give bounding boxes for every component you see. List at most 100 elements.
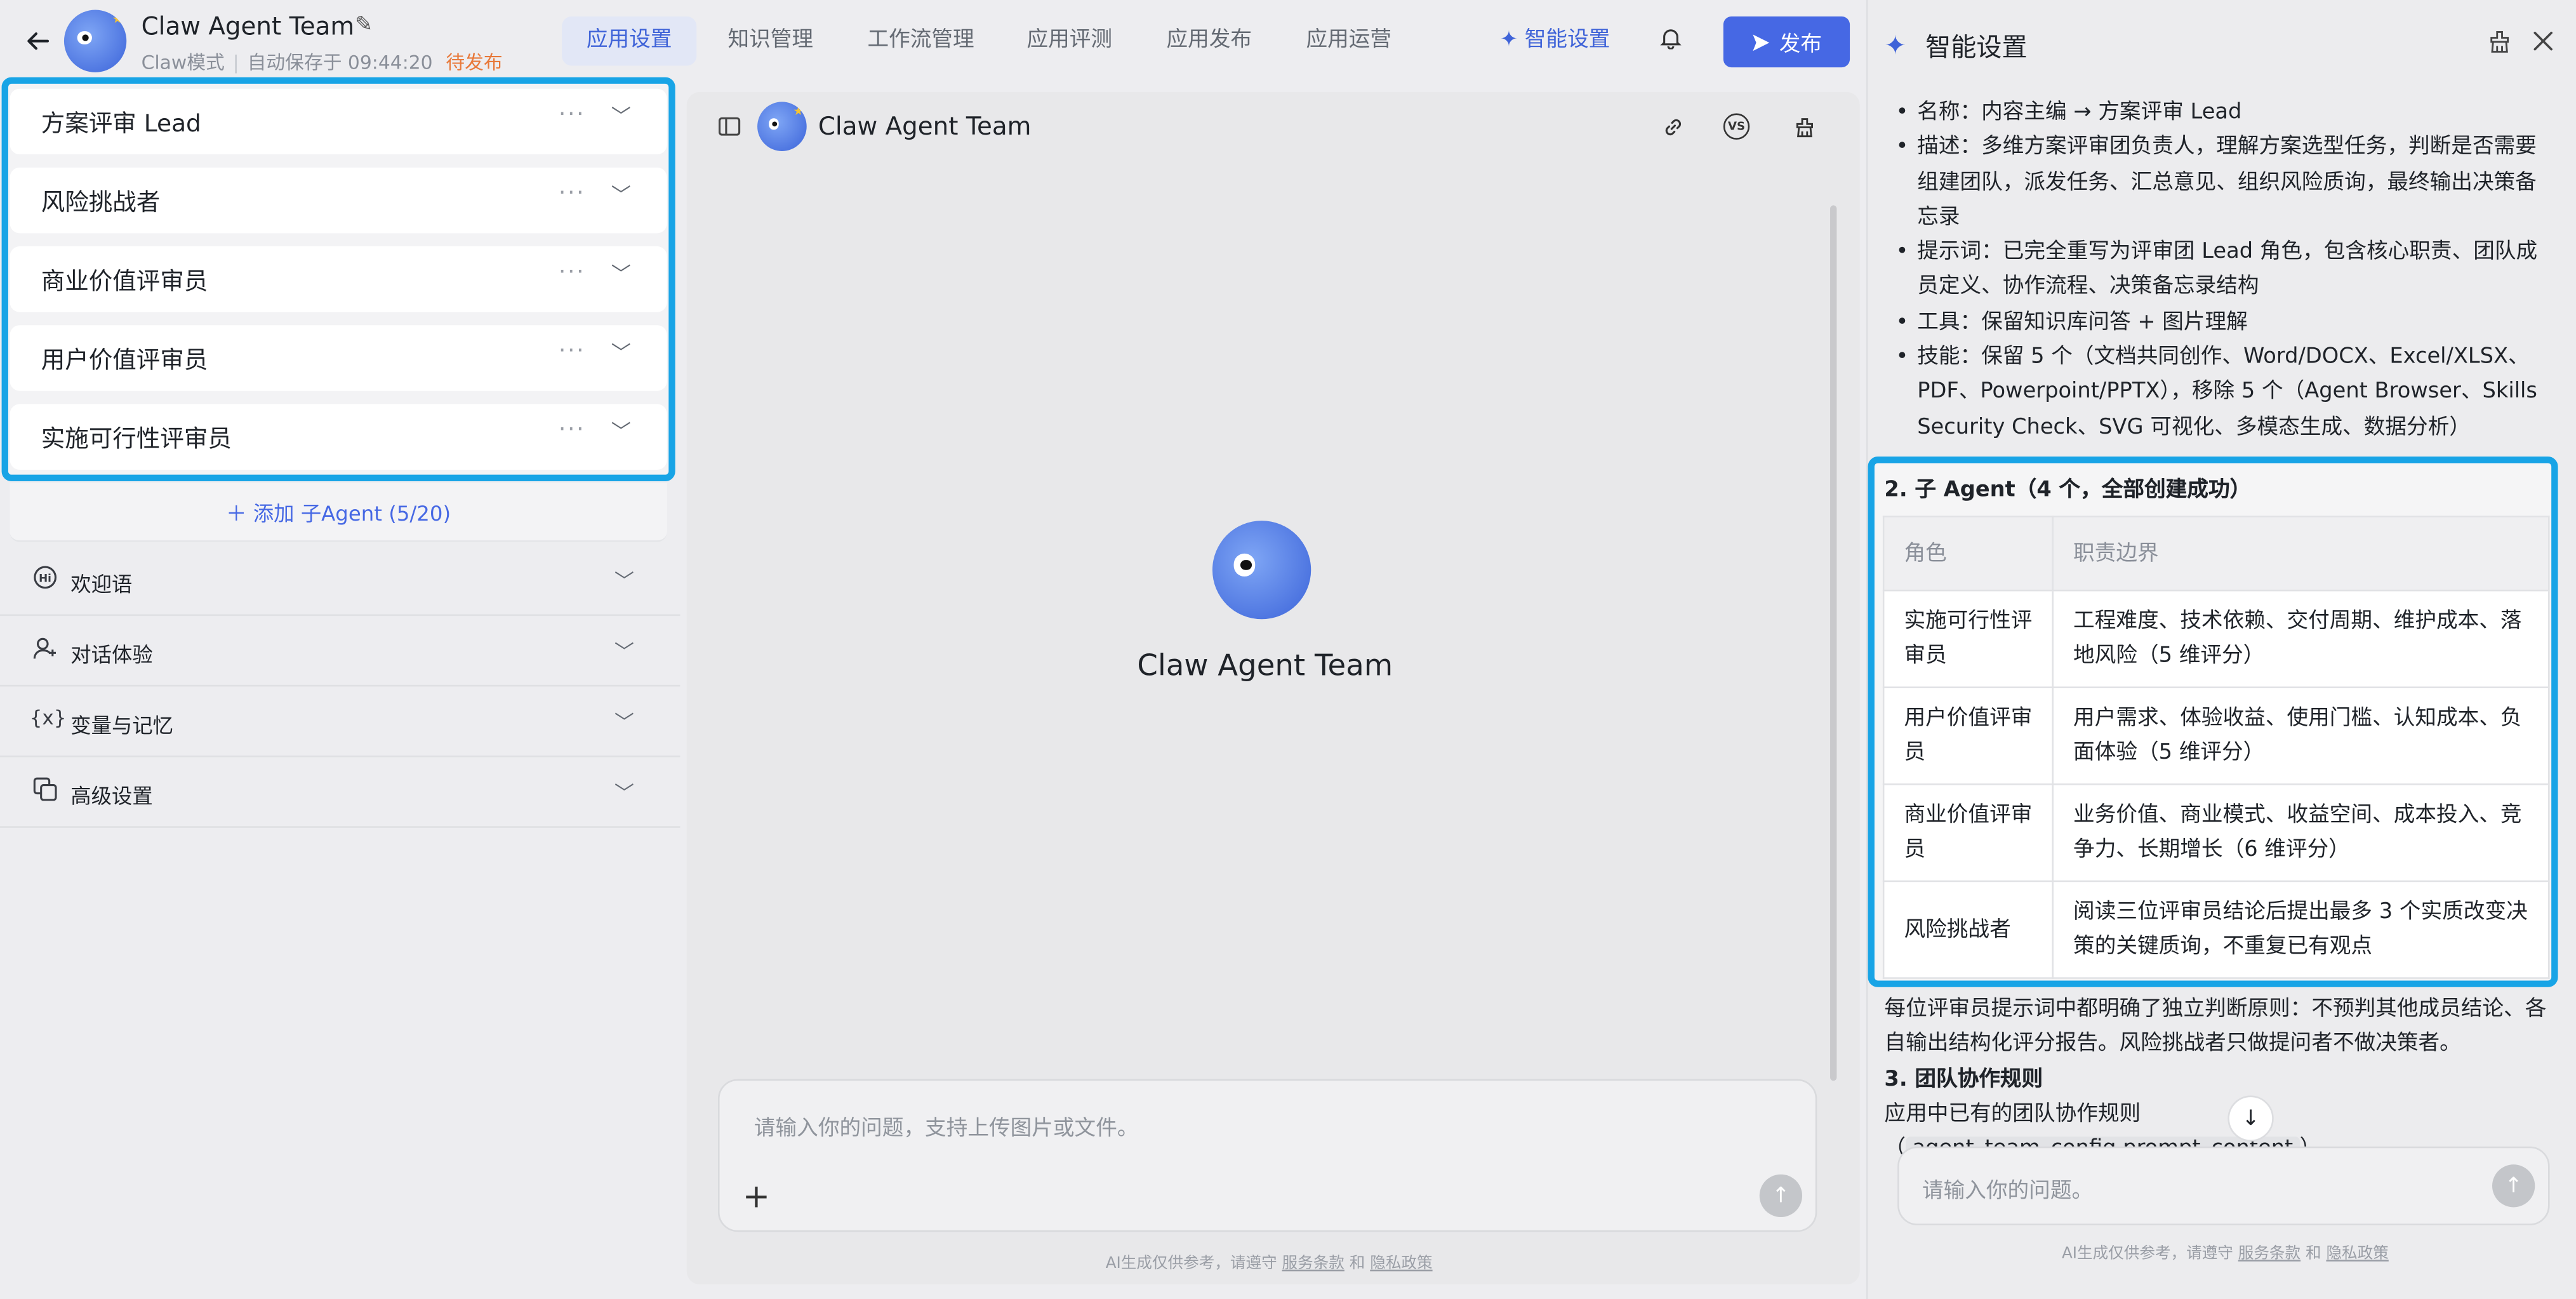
edit-title-icon[interactable]: ✎ bbox=[355, 13, 373, 38]
agent-card[interactable]: 商业价值评审员 ··· ﹀ bbox=[10, 246, 667, 312]
agent-name: 风险挑战者 bbox=[41, 190, 161, 217]
agent-card[interactable]: 用户价值评审员 ··· ﹀ bbox=[10, 325, 667, 391]
agent-card[interactable]: 实施可行性评审员 ··· ﹀ bbox=[10, 404, 667, 470]
table-row: 用户价值评审员 用户需求、体验收益、使用门槛、认知成本、负面体验（5 维评分） bbox=[1882, 686, 2550, 785]
send-icon bbox=[1753, 34, 1770, 50]
section-welcome[interactable]: Hi 欢迎语 ﹀ bbox=[0, 545, 681, 616]
terms-link[interactable]: 服务条款 bbox=[2238, 1245, 2300, 1263]
preview-avatar: ★ bbox=[757, 102, 807, 152]
chevron-down-icon[interactable]: ﹀ bbox=[611, 417, 631, 445]
agent-name: 用户价值评审员 bbox=[41, 348, 208, 375]
section-chat-experience[interactable]: 对话体验 ﹀ bbox=[0, 616, 681, 687]
section-label: 变量与记忆 bbox=[70, 712, 174, 738]
tab-publish[interactable]: 应用发布 bbox=[1142, 17, 1277, 66]
more-icon[interactable]: ··· bbox=[559, 260, 585, 286]
role-cell: 商业价值评审员 bbox=[1882, 783, 2054, 883]
scroll-to-bottom-button[interactable]: ↓ bbox=[2227, 1095, 2274, 1142]
plus-icon: ＋ bbox=[226, 501, 247, 526]
summary-item: 描述：多维方案评审团负责人，理解方案选型任务，判断是否需要组建团队，派发任务、汇… bbox=[1892, 130, 2549, 235]
summary-item: 工具：保留知识库问答 + 图片理解 bbox=[1892, 305, 2549, 341]
app-title: Claw Agent Team bbox=[141, 11, 355, 41]
chevron-down-icon[interactable]: ﹀ bbox=[611, 181, 631, 209]
table-row: 实施可行性评审员 工程难度、技术依赖、交付周期、维护成本、落地风险（5 维评分） bbox=[1882, 589, 2550, 688]
disclaimer-and: 和 bbox=[2305, 1244, 2321, 1263]
tab-evaluation[interactable]: 应用评测 bbox=[1002, 17, 1137, 66]
agent-card[interactable]: 风险挑战者 ··· ﹀ bbox=[10, 167, 667, 234]
summary-item: 技能：保留 5 个（文档共同创作、Word/DOCX、Excel/XLSX、PD… bbox=[1892, 340, 2549, 445]
more-icon[interactable]: ··· bbox=[559, 338, 585, 364]
link-icon[interactable] bbox=[1657, 112, 1687, 142]
disclaimer-text: AI生成仅供参考，请遵守 bbox=[2061, 1244, 2233, 1263]
compare-icon[interactable]: VS bbox=[1723, 113, 1750, 140]
panel-input-placeholder: 请输入你的问题。 bbox=[1922, 1179, 2094, 1204]
table-header-row: 角色 职责边界 bbox=[1882, 516, 2550, 592]
chevron-down-icon: ﹀ bbox=[614, 640, 635, 664]
send-button[interactable]: ↑ bbox=[1759, 1174, 1803, 1217]
publish-status-badge: 待发布 bbox=[446, 51, 503, 74]
more-icon[interactable]: ··· bbox=[559, 417, 585, 443]
role-duty-table: 角色 职责边界 实施可行性评审员 工程难度、技术依赖、交付周期、维护成本、落地风… bbox=[1882, 516, 2550, 979]
agent-name: 商业价值评审员 bbox=[41, 269, 208, 296]
table-row: 商业价值评审员 业务价值、商业模式、收益空间、成本投入、竞争力、长期增长（6 维… bbox=[1882, 783, 2550, 883]
chevron-down-icon[interactable]: ﹀ bbox=[611, 260, 631, 288]
section-label: 高级设置 bbox=[70, 783, 153, 808]
tab-app-settings[interactable]: 应用设置 bbox=[562, 16, 697, 66]
tab-operations[interactable]: 应用运营 bbox=[1282, 17, 1416, 66]
chevron-down-icon: ﹀ bbox=[614, 782, 635, 805]
chevron-down-icon[interactable]: ﹀ bbox=[611, 102, 631, 130]
section3-heading: 3. 团队协作规则 bbox=[1884, 1067, 2043, 1092]
tab-workflow[interactable]: 工作流管理 bbox=[843, 17, 999, 66]
duty-cell: 业务价值、商业模式、收益空间、成本投入、竞争力、长期增长（6 维评分） bbox=[2052, 783, 2550, 883]
chevron-down-icon: ﹀ bbox=[614, 570, 635, 593]
plus-icon[interactable]: + bbox=[743, 1176, 770, 1215]
tab-knowledge[interactable]: 知识管理 bbox=[703, 17, 838, 66]
bell-icon[interactable] bbox=[1659, 26, 1682, 56]
add-sub-agent-button[interactable]: ＋ 添加 子Agent (5/20) bbox=[10, 483, 667, 542]
sidebar-toggle-icon[interactable] bbox=[718, 115, 741, 145]
publish-button[interactable]: 发布 bbox=[1723, 16, 1850, 68]
advanced-settings-icon bbox=[30, 777, 60, 808]
more-icon[interactable]: ··· bbox=[559, 102, 585, 128]
mode-label: Claw模式 bbox=[141, 51, 225, 74]
summary-item: 提示词：已完全重写为评审团 Lead 角色，包含核心职责、团队成员定义、协作流程… bbox=[1892, 235, 2549, 305]
smart-settings-button[interactable]: ✦ 智能设置 bbox=[1500, 17, 1610, 66]
app-status-line: Claw模式 | 自动保存于 09:44:20 待发布 bbox=[141, 51, 503, 74]
back-button[interactable] bbox=[20, 23, 56, 59]
panel-title: 智能设置 bbox=[1925, 32, 2028, 63]
column-header-role: 角色 bbox=[1882, 516, 2054, 592]
clear-icon[interactable] bbox=[2487, 30, 2512, 61]
duty-cell: 工程难度、技术依赖、交付周期、维护成本、落地风险（5 维评分） bbox=[2052, 589, 2550, 688]
clear-history-icon[interactable] bbox=[1789, 112, 1819, 142]
publish-label: 发布 bbox=[1779, 32, 1822, 58]
preview-scrollbar[interactable] bbox=[1830, 205, 1837, 1081]
chat-input[interactable]: 请输入你的问题，支持上传图片或文件。 + ↑ bbox=[717, 1079, 1817, 1232]
autosave-label: 自动保存于 09:44:20 bbox=[247, 51, 433, 74]
sparkle-icon: ✦ bbox=[1884, 29, 1907, 61]
agent-name: 方案评审 Lead bbox=[41, 111, 201, 138]
chevron-down-icon: ﹀ bbox=[614, 711, 635, 735]
more-icon[interactable]: ··· bbox=[559, 181, 585, 207]
agent-card[interactable]: 方案评审 Lead ··· ﹀ bbox=[10, 88, 667, 155]
section-advanced-settings[interactable]: 高级设置 ﹀ bbox=[0, 757, 681, 828]
privacy-link[interactable]: 隐私政策 bbox=[1370, 1255, 1432, 1272]
disclaimer-and: 和 bbox=[1349, 1255, 1365, 1273]
duty-cell: 用户需求、体验收益、使用门槛、认知成本、负面体验（5 维评分） bbox=[2052, 686, 2550, 785]
agent-hero-avatar: ★ bbox=[1212, 521, 1311, 620]
arrow-left-icon bbox=[27, 32, 50, 50]
collaboration-notes: 每位评审员提示词中都明确了独立判断原则：不预判其他成员结论、各自输出结构化评分报… bbox=[1884, 992, 2551, 1167]
privacy-link[interactable]: 隐私政策 bbox=[2326, 1245, 2388, 1263]
disclaimer-text: AI生成仅供参考，请遵守 bbox=[1105, 1255, 1277, 1273]
section-variables-memory[interactable]: {x} 变量与记忆 ﹀ bbox=[0, 686, 681, 757]
chevron-down-icon[interactable]: ﹀ bbox=[611, 338, 631, 366]
panel-send-button[interactable]: ↑ bbox=[2492, 1164, 2535, 1208]
sub-agent-heading: 2. 子 Agent（4 个，全部创建成功） bbox=[1884, 477, 2252, 503]
terms-link[interactable]: 服务条款 bbox=[1282, 1255, 1344, 1272]
table-row: 风险挑战者 阅读三位评审员结论后提出最多 3 个实质改变决策的关键质询，不重复已… bbox=[1882, 880, 2550, 979]
close-icon[interactable] bbox=[2532, 30, 2554, 60]
column-header-duty: 职责边界 bbox=[2052, 516, 2550, 592]
disclaimer: AI生成仅供参考，请遵守 服务条款 和 隐私政策 bbox=[1105, 1250, 1433, 1273]
role-cell: 用户价值评审员 bbox=[1882, 686, 2054, 785]
panel-chat-input[interactable]: 请输入你的问题。 ↑ bbox=[1897, 1146, 2550, 1225]
hi-icon: Hi bbox=[30, 565, 60, 596]
preview-title: Claw Agent Team bbox=[818, 111, 1032, 142]
